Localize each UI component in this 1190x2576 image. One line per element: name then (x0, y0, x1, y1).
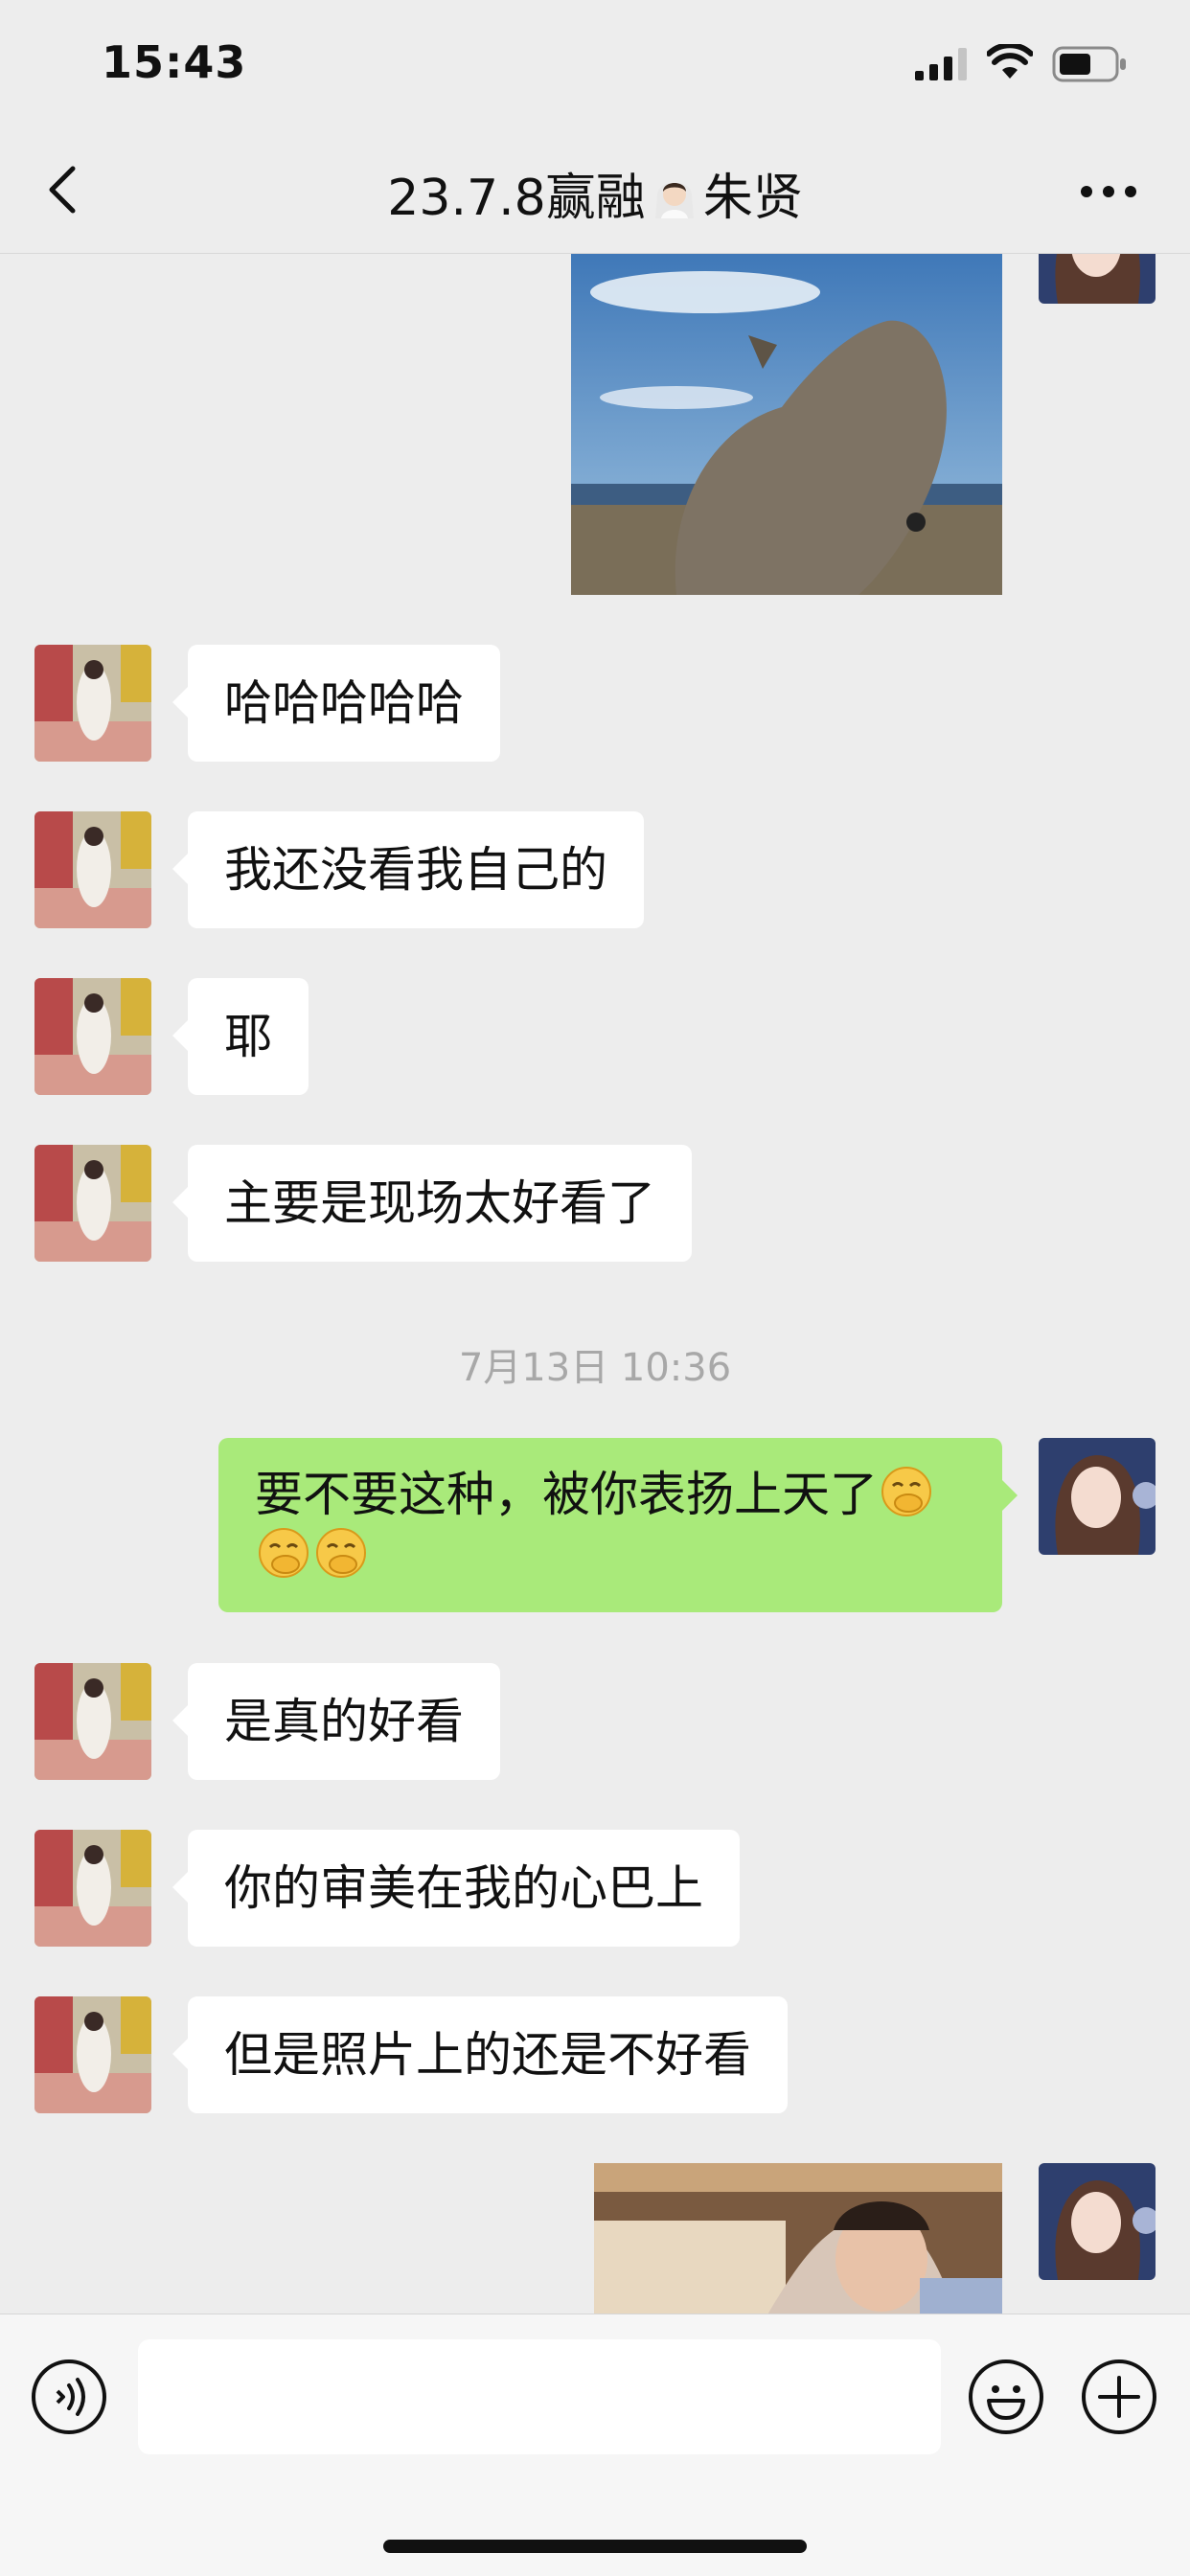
chat-title: 23.7.8赢融 朱贤 (0, 157, 1190, 229)
message-text: 要不要这种，被你表扬上天了 (255, 1467, 878, 1522)
chat-header: 23.7.8赢融 朱贤 (0, 126, 1190, 254)
contact-avatar[interactable] (34, 1830, 151, 1947)
message-bubble[interactable]: 但是照片上的还是不好看 (172, 1996, 788, 2113)
message-bubble[interactable]: 我还没看我自己的 (172, 811, 644, 928)
status-time: 15:43 (102, 36, 247, 88)
message-timestamp: 7月13日 10:36 (458, 1346, 732, 1390)
message-bubble[interactable]: 你的审美在我的心巴上 (172, 1830, 740, 1947)
message-bubble-sent[interactable]: 要不要这种，被你表扬上天了 (218, 1438, 1018, 1612)
chat-title-name: 朱贤 (702, 170, 803, 227)
contact-avatar[interactable] (34, 1663, 151, 1780)
plus-button[interactable] (1081, 2359, 1157, 2435)
contact-avatar[interactable] (34, 978, 151, 1095)
status-bar: 15:43 (0, 0, 1190, 126)
sent-image-kangaroo[interactable] (571, 254, 1002, 595)
contact-avatar[interactable] (34, 645, 151, 762)
contact-avatar[interactable] (34, 1996, 151, 2113)
sent-image-person[interactable] (594, 2163, 1002, 2314)
hand-over-mouth-emoji-icon (259, 1528, 309, 1578)
input-bar (0, 2314, 1190, 2576)
voice-button[interactable] (31, 2359, 107, 2435)
hand-over-mouth-emoji-icon (881, 1467, 931, 1516)
contact-avatar[interactable] (34, 811, 151, 928)
signal-icon (915, 48, 967, 80)
contact-avatar[interactable] (34, 1145, 151, 1262)
more-button[interactable] (1075, 172, 1142, 211)
message-input[interactable] (138, 2339, 941, 2454)
self-avatar[interactable] (1039, 254, 1156, 304)
battery-icon (1052, 46, 1126, 82)
message-bubble[interactable]: 主要是现场太好看了 (172, 1145, 692, 1262)
chat-area[interactable]: 哈哈哈哈哈 我还没看我自己的 耶 主要是现场太好看了 7月13日 10:36 要… (0, 254, 1190, 2314)
emoji-button[interactable] (968, 2359, 1044, 2435)
chat-title-text: 23.7.8赢融 (387, 170, 646, 227)
self-avatar[interactable] (1039, 2163, 1156, 2280)
home-indicator[interactable] (383, 2540, 807, 2553)
wifi-icon (987, 44, 1033, 79)
message-bubble[interactable]: 是真的好看 (172, 1663, 500, 1780)
hand-over-mouth-emoji-icon (316, 1528, 366, 1578)
message-bubble[interactable]: 哈哈哈哈哈 (172, 645, 500, 762)
bride-emoji-icon (654, 182, 694, 218)
message-bubble[interactable]: 耶 (172, 978, 309, 1095)
self-avatar[interactable] (1039, 1438, 1156, 1555)
